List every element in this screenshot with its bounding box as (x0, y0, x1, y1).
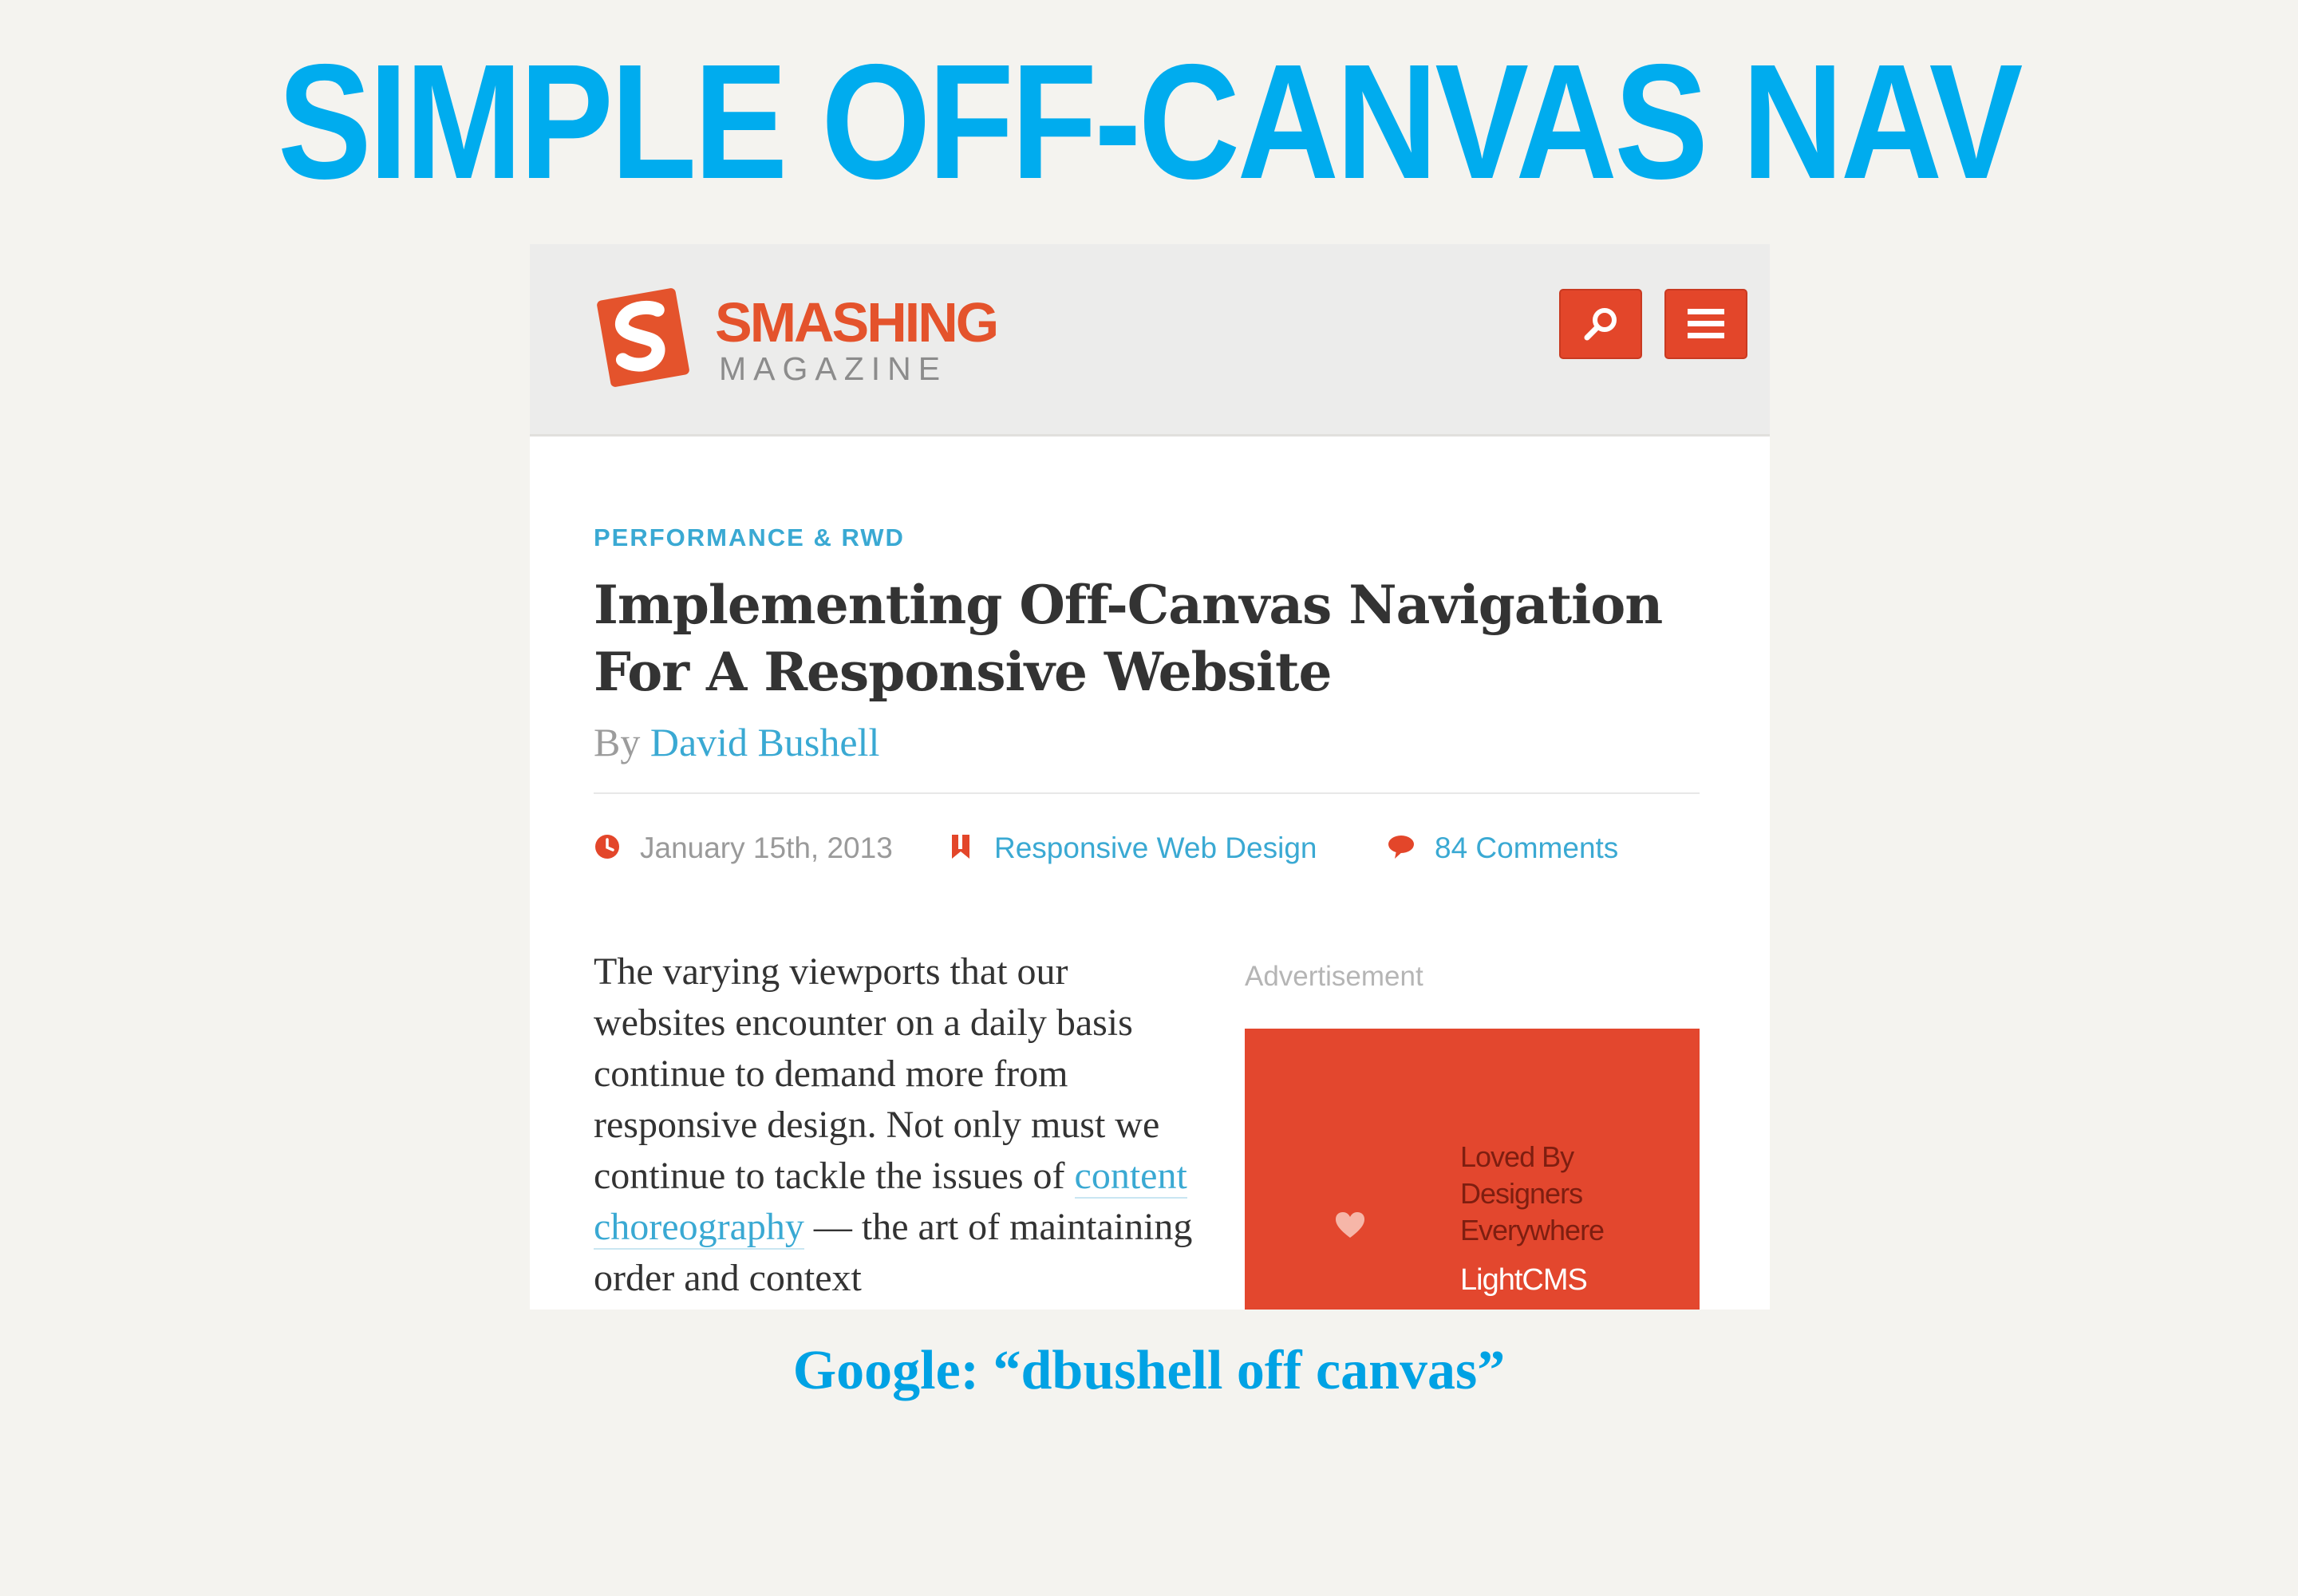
heart-icon (1336, 1212, 1364, 1238)
ad-copy: Loved By Designers Everywhere (1460, 1140, 1605, 1246)
byline: By David Bushell (594, 717, 879, 768)
topic-tag-label[interactable]: Responsive Web Design (994, 828, 1317, 868)
divider (594, 792, 1700, 794)
bookmark-icon (952, 835, 969, 859)
article-paragraph: The varying viewports that our websites … (594, 946, 1200, 1304)
logo-s-icon (597, 288, 689, 387)
search-button[interactable] (1559, 289, 1642, 359)
website-screenshot: SMASHING MAGAZINE PERFORMANCE & RWD Impl… (530, 244, 1770, 1310)
article-body: The varying viewports that our websites … (594, 946, 1200, 1304)
advertisement-label: Advertisement (1245, 961, 1423, 992)
article-category[interactable]: PERFORMANCE & RWD (594, 522, 905, 554)
search-icon (1584, 308, 1617, 341)
ad-brand: LightCMS (1460, 1263, 1588, 1297)
menu-button[interactable] (1664, 289, 1747, 359)
author-link[interactable]: David Bushell (650, 720, 879, 764)
smashing-logo[interactable]: SMASHING MAGAZINE (594, 286, 1040, 397)
publish-date: January 15th, 2013 (640, 832, 893, 864)
logo-wordmark: SMASHING (715, 291, 999, 354)
clock-icon (595, 835, 619, 859)
hamburger-menu-icon (1688, 309, 1724, 338)
byline-prefix: By (594, 720, 641, 764)
comments-count[interactable]: 84 Comments (1435, 828, 1618, 868)
site-header: SMASHING MAGAZINE (530, 244, 1770, 437)
logo-subtitle: MAGAZINE (719, 350, 948, 387)
article-title[interactable]: Implementing Off-Canvas Navigation For A… (594, 571, 1711, 705)
advertisement-banner[interactable]: Loved By Designers Everywhere LightCMS (1245, 1029, 1700, 1310)
slide-title: SIMPLE OFF-CANVAS NAV (278, 30, 2023, 213)
slide-caption: Google: “dbushell off canvas” (792, 1340, 1506, 1401)
comment-bubble-icon (1388, 836, 1414, 859)
